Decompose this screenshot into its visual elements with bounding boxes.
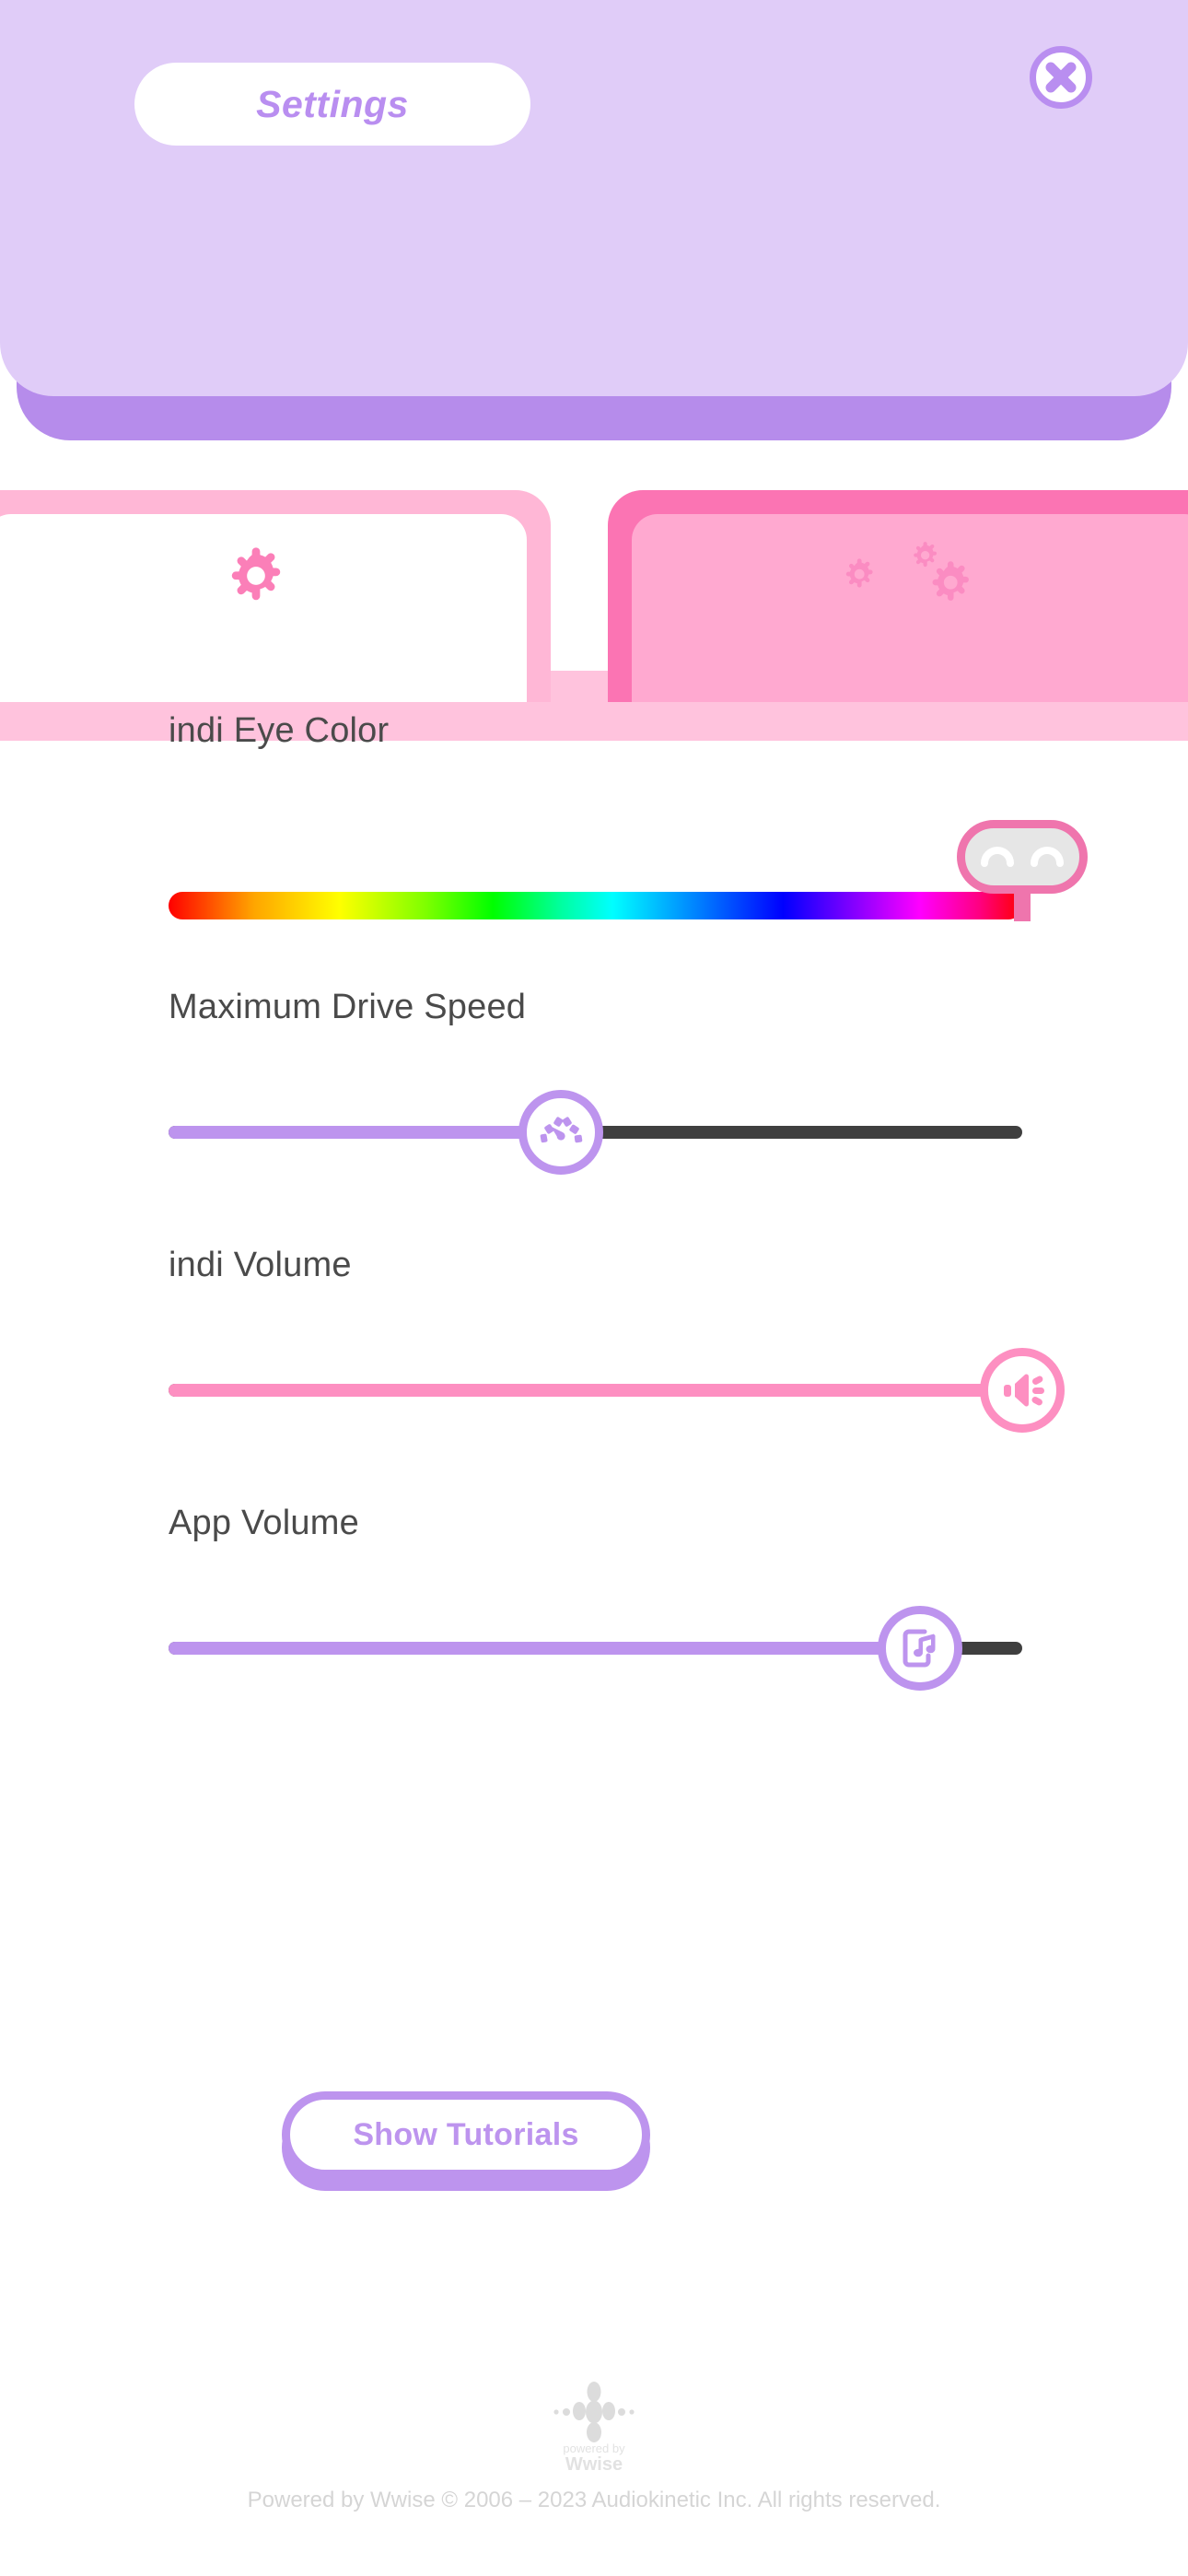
phone-music-icon [903, 1629, 936, 1668]
speedometer-icon [541, 1117, 583, 1143]
wwise-logo: powered by Wwise [553, 2382, 635, 2475]
setting-label-indi-volume: indi Volume [169, 1246, 352, 1284]
wwise-wordmark: Wwise [565, 2454, 623, 2475]
multi-gear-icon [845, 542, 969, 601]
color-slider-track[interactable] [169, 892, 1022, 919]
tab-bar [0, 490, 1188, 741]
tab-advanced-face [632, 514, 1188, 702]
single-gear-icon [231, 547, 281, 601]
header-face-layer [0, 0, 1188, 396]
setting-label-indi-eye-color: indi Eye Color [169, 711, 390, 750]
page-title: Settings [256, 82, 409, 125]
setting-row-app-volume: App Volume [0, 1504, 1188, 1743]
wwise-tagline: powered by [563, 2441, 625, 2455]
tab-general-face [0, 514, 527, 702]
setting-label-app-volume: App Volume [169, 1504, 359, 1542]
settings-list: indi Eye Color Maximum Drive Speed indi … [0, 711, 1188, 1743]
slider-thumb-indi-volume[interactable] [980, 1348, 1065, 1433]
footer-copyright: Powered by Wwise © 2006 – 2023 Audiokine… [247, 2488, 941, 2512]
eyes-icon [981, 847, 1014, 867]
settings-header-panel: Settings [0, 0, 1188, 442]
show-tutorials-label: Show Tutorials [353, 2116, 579, 2152]
slider-track-fill [169, 1126, 562, 1139]
tab-general[interactable] [0, 490, 551, 702]
footer: powered by Wwise Powered by Wwise © 2006… [0, 2377, 1188, 2513]
slider-thumb-maximum-drive-speed[interactable] [518, 1090, 604, 1175]
setting-row-indi-volume: indi Volume [0, 1246, 1188, 1504]
speaker-volume-icon [1004, 1374, 1044, 1407]
close-x-icon [1045, 62, 1077, 93]
tab-advanced[interactable] [608, 490, 1188, 702]
slider-thumb-app-volume[interactable] [877, 1606, 962, 1691]
slider-track[interactable] [169, 1384, 1022, 1397]
slider-track-fill [169, 1384, 1022, 1397]
color-slider-thumb[interactable] [957, 820, 1088, 894]
page-title-pill: Settings [134, 63, 530, 146]
setting-row-maximum-drive-speed: Maximum Drive Speed [0, 988, 1188, 1246]
show-tutorials-button[interactable]: Show Tutorials [282, 2091, 650, 2178]
setting-row-indi-eye-color: indi Eye Color [0, 711, 1188, 988]
setting-label-maximum-drive-speed: Maximum Drive Speed [169, 988, 527, 1026]
eyes-icon [1031, 847, 1064, 867]
close-button[interactable] [1030, 46, 1092, 109]
slider-track-fill [169, 1642, 920, 1655]
color-slider-thumb-stem [1014, 890, 1031, 921]
